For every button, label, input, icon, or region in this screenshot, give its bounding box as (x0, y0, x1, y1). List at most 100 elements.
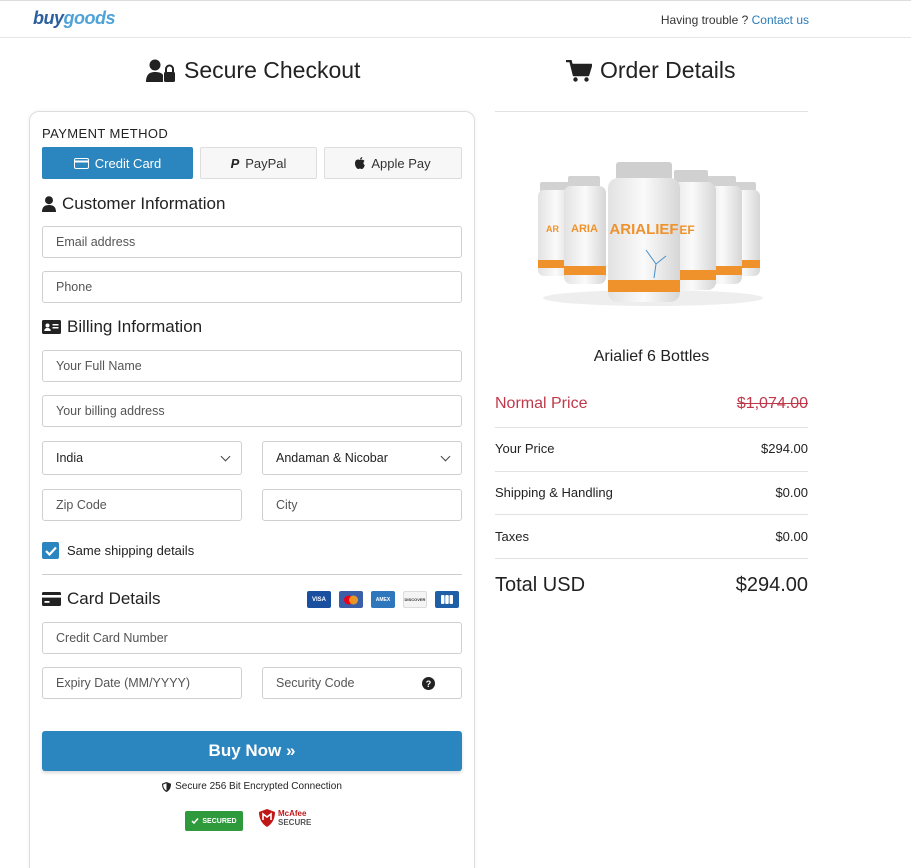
secure-connection-text: Secure 256 Bit Encrypted Connection (175, 781, 342, 792)
apple-icon (355, 157, 366, 169)
logo-text-buy: buy (33, 8, 64, 28)
product-name: Arialief 6 Bottles (593, 348, 710, 365)
country-select[interactable]: India (42, 441, 242, 475)
customer-info-heading: Customer Information (42, 194, 225, 214)
help-circle-icon[interactable]: ? (422, 676, 435, 690)
top-bar: buygoods Having trouble ? Contact us (0, 0, 911, 38)
total-row: Total USD $294.00 (495, 574, 808, 597)
secured-badge-text: SECURED (202, 817, 237, 825)
taxes-value: $0.00 (775, 529, 808, 544)
secure-checkout-heading: Secure Checkout (146, 57, 360, 84)
normal-price-row: Normal Price $1,074.00 (495, 395, 808, 413)
your-price-value: $294.00 (761, 441, 808, 456)
discover-icon: DISCOVER (403, 591, 427, 608)
same-shipping-option[interactable]: Same shipping details (42, 542, 194, 559)
chevron-down-icon (220, 451, 231, 461)
shield-icon (162, 781, 172, 792)
buy-now-label: Buy Now » (208, 741, 296, 760)
svg-text:?: ? (426, 679, 432, 689)
product-bottles-image: AR ARIA IEF ARIALIEF (538, 162, 763, 306)
total-value: $294.00 (735, 574, 808, 596)
credit-card-icon (42, 592, 61, 606)
billing-address-field[interactable]: Your billing address (42, 395, 462, 427)
price-divider (495, 471, 808, 472)
payment-method-label: PAYMENT METHOD (42, 126, 169, 141)
billing-info-heading: Billing Information (42, 317, 202, 337)
credit-card-tab[interactable]: Credit Card (42, 147, 193, 179)
price-divider (495, 427, 808, 428)
paypal-tab[interactable]: P PayPal (200, 147, 317, 179)
order-details-heading: Order Details (566, 57, 735, 84)
section-divider (42, 574, 462, 575)
mcafee-shield-icon (259, 809, 275, 827)
card-details-heading: Card Details (42, 589, 161, 609)
security-code-placeholder: Security Code (276, 676, 355, 690)
order-title: Order Details (600, 57, 736, 83)
taxes-label: Taxes (495, 529, 529, 544)
same-shipping-label: Same shipping details (67, 543, 195, 558)
amex-icon: AMEX (371, 591, 395, 608)
paypal-icon: P (230, 155, 240, 171)
svg-text:ARIA: ARIA (571, 223, 598, 235)
order-top-rule (495, 111, 808, 112)
card-number-field[interactable]: Credit Card Number (42, 622, 462, 654)
buy-now-button[interactable]: Buy Now » (42, 731, 462, 771)
normal-price-label: Normal Price (495, 395, 588, 412)
price-divider (495, 514, 808, 515)
email-placeholder: Email address (56, 235, 136, 249)
mastercard-icon (339, 591, 363, 608)
check-icon (191, 818, 199, 825)
customer-info-title: Customer Information (62, 194, 226, 213)
country-value: India (56, 451, 84, 465)
logo-text-goods: goods (63, 8, 116, 28)
expiry-date-field[interactable]: Expiry Date (MM/YYYY) (42, 667, 242, 699)
price-divider (495, 558, 808, 559)
security-code-field[interactable]: Security Code ? (262, 667, 462, 699)
card-number-placeholder: Credit Card Number (56, 631, 168, 645)
checkmark-icon (44, 546, 57, 556)
total-label: Total USD (495, 574, 586, 596)
jcb-icon (435, 591, 459, 608)
credit-card-label: Credit Card (94, 155, 162, 171)
full-name-field[interactable]: Your Full Name (42, 350, 462, 382)
billing-info-title: Billing Information (67, 317, 203, 336)
apple-pay-label: Apple Pay (371, 155, 431, 171)
expiry-date-placeholder: Expiry Date (MM/YYYY) (56, 676, 191, 690)
apple-pay-tab[interactable]: Apple Pay (324, 147, 462, 179)
buygoods-logo[interactable]: buygoods (33, 8, 116, 29)
state-select[interactable]: Andaman & Nicobar (262, 441, 462, 475)
accepted-cards: VISA AMEX DISCOVER (307, 591, 459, 608)
full-name-placeholder: Your Full Name (56, 359, 142, 373)
checkout-title: Secure Checkout (184, 57, 361, 83)
phone-field[interactable]: Phone (42, 271, 462, 303)
shipping-value: $0.00 (775, 485, 808, 500)
mcafee-secure-text: SECURE (278, 818, 312, 827)
mcafee-badge: McAfee SECURE (259, 809, 311, 827)
shipping-row: Shipping & Handling $0.00 (495, 485, 808, 500)
mcafee-text: McAfee (278, 809, 307, 818)
billing-address-placeholder: Your billing address (56, 404, 165, 418)
zip-code-field[interactable]: Zip Code (42, 489, 242, 521)
email-field[interactable]: Email address (42, 226, 462, 258)
paypal-label: PayPal (245, 155, 287, 171)
taxes-row: Taxes $0.00 (495, 529, 808, 544)
svg-text:AR: AR (546, 224, 559, 234)
card-details-title: Card Details (67, 589, 161, 608)
svg-text:ARIALIEF: ARIALIEF (609, 221, 678, 238)
phone-placeholder: Phone (56, 280, 93, 294)
your-price-row: Your Price $294.00 (495, 441, 808, 456)
secure-connection-note: Secure 256 Bit Encrypted Connection (0, 781, 504, 792)
contact-us-link[interactable]: Contact us (752, 13, 809, 27)
city-field[interactable]: City (262, 489, 462, 521)
trouble-label: Having trouble ? (660, 13, 752, 27)
secured-badge: SECURED (185, 811, 243, 831)
user-icon (42, 196, 56, 212)
id-card-icon (42, 320, 61, 334)
help-text: Having trouble ? Contact us (661, 13, 809, 27)
state-value: Andaman & Nicobar (276, 451, 388, 465)
shopping-cart-icon (566, 59, 592, 82)
your-price-label: Your Price (495, 441, 555, 456)
visa-icon: VISA (307, 591, 331, 608)
chevron-down-icon (440, 451, 451, 461)
same-shipping-checkbox[interactable] (42, 542, 59, 559)
